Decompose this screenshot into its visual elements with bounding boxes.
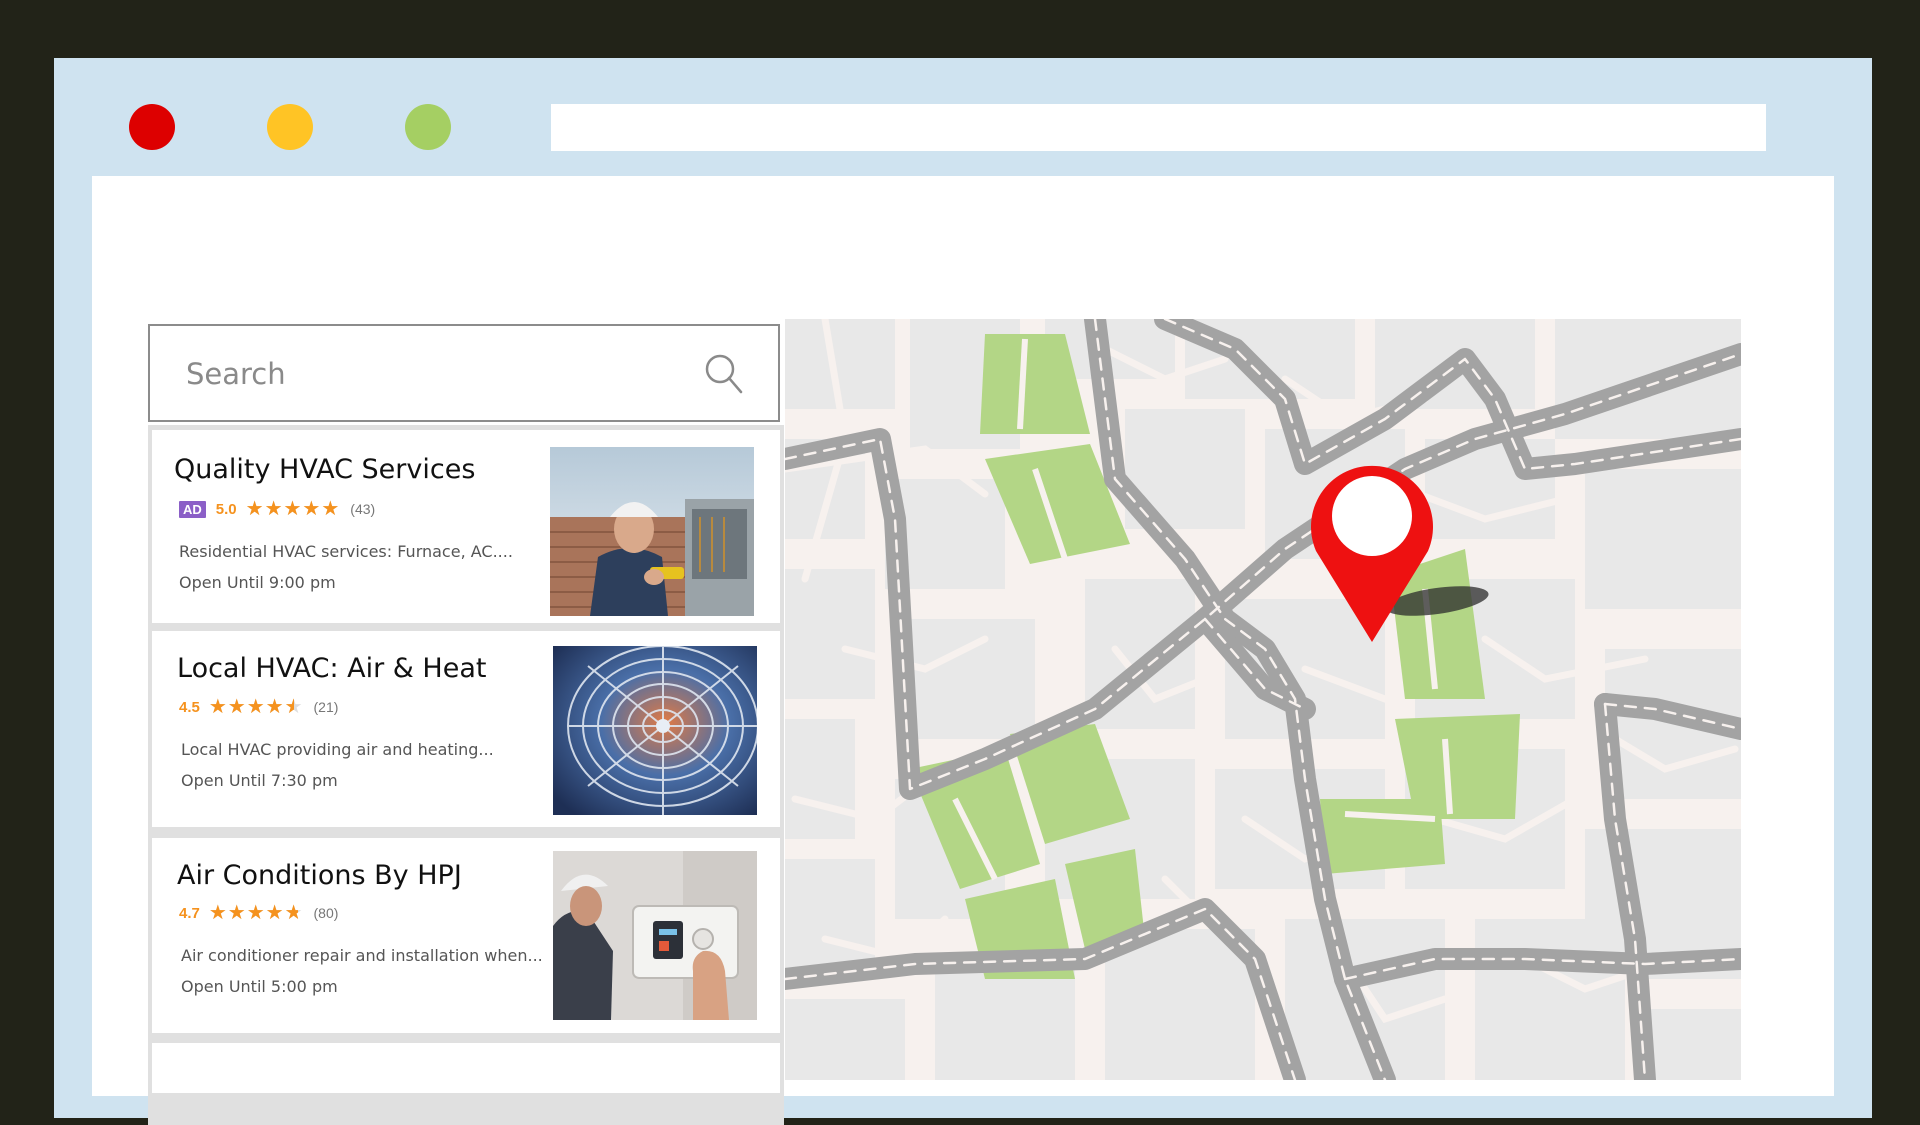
listing-card[interactable]: Air Conditions By HPJ 4.7 ★★★★★ ★★★★★ (80… <box>152 838 780 1033</box>
search-input[interactable] <box>184 350 668 398</box>
listing-description: Residential HVAC services: Furnace, AC..… <box>179 542 513 561</box>
listing-title[interactable]: Quality HVAC Services <box>174 454 475 485</box>
listing-rating: AD 5.0 ★★★★★ ★★★★★ (43) <box>179 498 375 520</box>
star-rating-icon: ★★★★★★★★★★ <box>245 498 341 520</box>
window-minimize-button[interactable] <box>267 104 313 150</box>
listing-description: Local HVAC providing air and heating... <box>181 740 494 759</box>
location-pin-icon[interactable] <box>1300 456 1500 656</box>
listing-image-thermostat[interactable] <box>553 851 757 1020</box>
review-count: (80) <box>313 905 339 921</box>
listing-card[interactable] <box>152 1043 780 1093</box>
address-bar[interactable] <box>551 104 1766 151</box>
listing-card[interactable]: Local HVAC: Air & Heat 4.5 ★★★★★★★★★★ (2… <box>152 631 780 827</box>
listing-title[interactable]: Local HVAC: Air & Heat <box>177 653 486 684</box>
search-box <box>148 324 780 422</box>
star-rating-icon: ★★★★★★★★★★ <box>208 696 304 718</box>
rating-score: 4.7 <box>179 904 200 922</box>
listing-description: Air conditioner repair and installation … <box>181 946 543 965</box>
window-close-button[interactable] <box>129 104 175 150</box>
listing-title[interactable]: Air Conditions By HPJ <box>177 860 462 891</box>
rating-score: 4.5 <box>179 698 200 716</box>
listing-rating: 4.7 ★★★★★ ★★★★★ (80) <box>179 902 338 924</box>
listing-hours: Open Until 7:30 pm <box>181 771 338 790</box>
map-view[interactable] <box>785 319 1741 1080</box>
review-count: (21) <box>313 699 339 715</box>
search-icon[interactable] <box>701 350 749 398</box>
listing-hours: Open Until 9:00 pm <box>179 573 336 592</box>
listing-image-fan[interactable] <box>553 646 757 815</box>
rating-score: 5.0 <box>215 500 237 518</box>
star-rating-icon: ★★★★★★★★★★ <box>208 902 304 924</box>
listing-hours: Open Until 5:00 pm <box>181 977 338 996</box>
listing-image-technician[interactable] <box>550 447 754 616</box>
listing-card[interactable]: Quality HVAC Services AD 5.0 ★★★★★ ★★★★★ … <box>152 430 780 623</box>
ad-badge: AD <box>179 500 206 518</box>
window-maximize-button[interactable] <box>405 104 451 150</box>
review-count: (43) <box>350 501 376 517</box>
listing-rating: 4.5 ★★★★★★★★★★ (21) <box>179 696 338 718</box>
